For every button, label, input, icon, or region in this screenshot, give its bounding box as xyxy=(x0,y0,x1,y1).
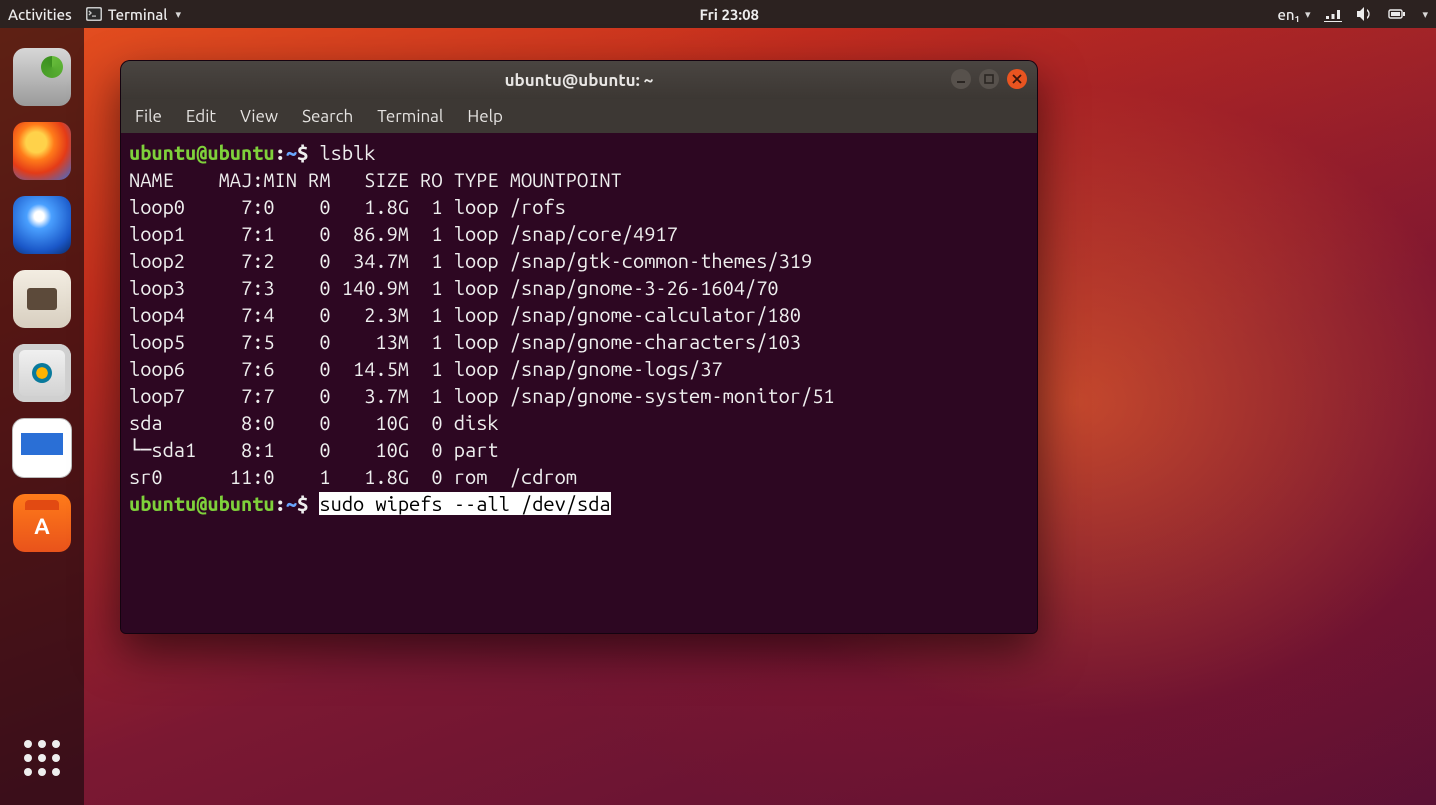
top-panel: Activities Terminal ▾ Fri 23:08 en₁ ▾ ▾ xyxy=(0,0,1436,28)
terminal-content[interactable]: ubuntu@ubuntu:~$ lsblk NAME MAJ:MIN RM S… xyxy=(121,133,1037,633)
maximize-button[interactable] xyxy=(979,69,999,89)
battery-icon[interactable] xyxy=(1388,6,1406,22)
terminal-window: ubuntu@ubuntu: ~ File Edit View Search T… xyxy=(120,60,1038,634)
show-applications-button[interactable] xyxy=(13,729,71,787)
menu-view[interactable]: View xyxy=(240,107,278,126)
system-menu-caret-icon[interactable]: ▾ xyxy=(1422,8,1428,21)
dock-item-software[interactable] xyxy=(13,494,71,552)
chevron-down-icon: ▾ xyxy=(1305,8,1311,21)
menu-help[interactable]: Help xyxy=(467,107,503,126)
dock-item-disks[interactable] xyxy=(13,48,71,106)
input-source-label: en₁ xyxy=(1277,6,1300,23)
dock-item-rhythmbox[interactable] xyxy=(13,344,71,402)
activities-button[interactable]: Activities xyxy=(8,6,72,23)
chevron-down-icon: ▾ xyxy=(176,8,182,21)
volume-icon[interactable] xyxy=(1356,6,1374,22)
input-source-indicator[interactable]: en₁ ▾ xyxy=(1277,6,1310,23)
app-indicator-label: Terminal xyxy=(108,6,168,23)
titlebar[interactable]: ubuntu@ubuntu: ~ xyxy=(121,61,1037,99)
dock-item-thunderbird[interactable] xyxy=(13,196,71,254)
terminal-icon xyxy=(86,7,102,21)
dock xyxy=(0,28,84,805)
dock-item-firefox[interactable] xyxy=(13,122,71,180)
app-indicator[interactable]: Terminal ▾ xyxy=(86,6,181,23)
window-title: ubuntu@ubuntu: ~ xyxy=(505,71,654,90)
menu-file[interactable]: File xyxy=(135,107,162,126)
minimize-button[interactable] xyxy=(951,69,971,89)
clock[interactable]: Fri 23:08 xyxy=(181,6,1277,23)
network-icon[interactable] xyxy=(1324,6,1342,22)
menu-terminal[interactable]: Terminal xyxy=(377,107,443,126)
dock-item-writer[interactable] xyxy=(12,418,72,478)
menu-search[interactable]: Search xyxy=(302,107,353,126)
close-button[interactable] xyxy=(1007,69,1027,89)
menubar: File Edit View Search Terminal Help xyxy=(121,99,1037,133)
dock-item-files[interactable] xyxy=(13,270,71,328)
menu-edit[interactable]: Edit xyxy=(186,107,216,126)
